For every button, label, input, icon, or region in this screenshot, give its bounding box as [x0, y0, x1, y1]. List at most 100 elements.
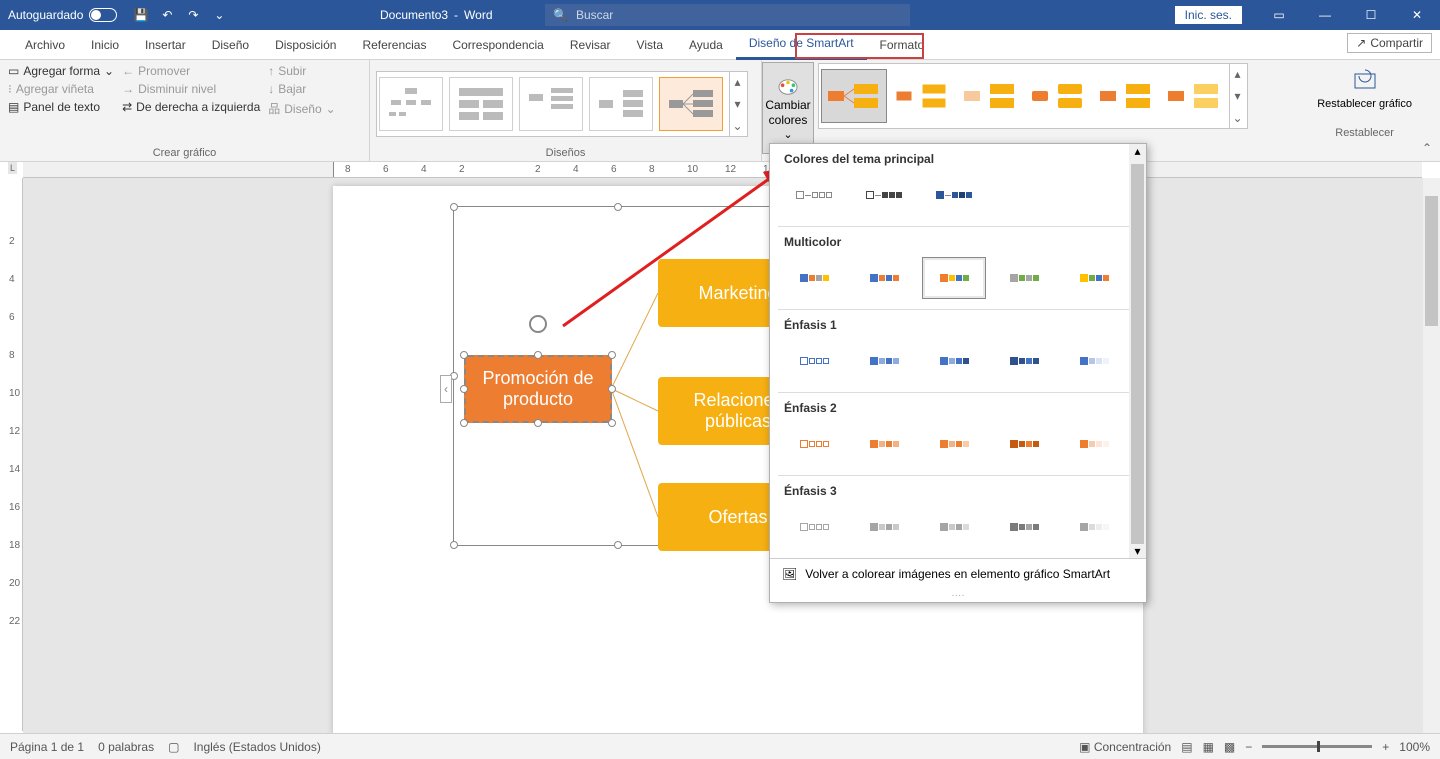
print-layout-view-icon[interactable]: ▤ — [1181, 740, 1192, 754]
tab-smartart-design[interactable]: Diseño de SmartArt — [736, 30, 867, 60]
style-thumb[interactable] — [889, 69, 955, 123]
layout-gallery[interactable]: ▴▾⌄ — [376, 71, 748, 137]
color-option[interactable] — [922, 340, 986, 382]
change-colors-button[interactable]: Cambiar colores ⌄ — [762, 62, 814, 154]
share-button[interactable]: ↗ Compartir — [1347, 33, 1432, 53]
text-pane-button[interactable]: ▤ Panel de texto — [6, 99, 116, 115]
zoom-out-icon[interactable]: − — [1245, 740, 1252, 754]
smartart-styles-gallery[interactable]: ▴▾⌄ — [818, 63, 1248, 129]
web-layout-view-icon[interactable]: ▩ — [1224, 740, 1235, 754]
tab-inicio[interactable]: Inicio — [78, 30, 132, 60]
tab-revisar[interactable]: Revisar — [557, 30, 624, 60]
layout-thumb[interactable] — [519, 77, 583, 131]
layout-thumb-selected[interactable] — [659, 77, 723, 131]
autosave-toggle[interactable]: Autoguardado — [8, 8, 117, 22]
group-create-graphic-label: Crear gráfico — [6, 145, 363, 159]
color-option-selected[interactable] — [922, 257, 986, 299]
color-option[interactable] — [782, 423, 846, 465]
reset-icon[interactable] — [1351, 66, 1379, 94]
layout-button[interactable]: 品 Diseño ⌄ — [266, 99, 337, 118]
dropdown-scrollbar[interactable]: ▴▾ — [1129, 144, 1146, 558]
style-thumb[interactable] — [1093, 69, 1159, 123]
collapse-ribbon-icon[interactable]: ⌃ — [1422, 141, 1432, 155]
layout-thumb[interactable] — [449, 77, 513, 131]
zoom-slider[interactable] — [1262, 745, 1372, 748]
read-mode-view-icon[interactable]: ▦ — [1203, 740, 1214, 754]
color-option[interactable] — [852, 257, 916, 299]
color-option[interactable] — [922, 174, 986, 216]
zoom-level[interactable]: 100% — [1399, 740, 1430, 754]
color-option[interactable] — [922, 506, 986, 548]
language[interactable]: Inglés (Estados Unidos) — [193, 740, 320, 754]
tab-archivo[interactable]: Archivo — [12, 30, 78, 60]
color-option[interactable] — [992, 423, 1056, 465]
color-option[interactable] — [1062, 506, 1126, 548]
tab-correspondencia[interactable]: Correspondencia — [439, 30, 556, 60]
color-option[interactable] — [852, 340, 916, 382]
style-thumb[interactable] — [1025, 69, 1091, 123]
text-pane-toggle-icon[interactable]: ‹ — [440, 375, 452, 403]
vertical-scrollbar[interactable] — [1423, 178, 1440, 733]
color-option[interactable] — [782, 506, 846, 548]
color-option[interactable] — [1062, 257, 1126, 299]
tab-referencias[interactable]: Referencias — [349, 30, 439, 60]
minimize-icon[interactable]: — — [1302, 0, 1348, 30]
tab-vista[interactable]: Vista — [624, 30, 676, 60]
move-up-button[interactable]: ↑ Subir — [266, 63, 337, 79]
reset-graphic-button[interactable]: Restablecer gráfico — [1317, 98, 1412, 111]
styles-gallery-spinner[interactable]: ▴▾⌄ — [1229, 63, 1245, 129]
color-option[interactable] — [782, 340, 846, 382]
smartart-frame[interactable]: Promoción de producto Marketing Relacion… — [453, 206, 783, 546]
color-option[interactable] — [782, 174, 846, 216]
rtl-button[interactable]: ⇄ De derecha a izquierda — [120, 99, 262, 115]
redo-icon[interactable]: ↷ — [185, 7, 201, 23]
color-option[interactable] — [782, 257, 846, 299]
horizontal-ruler[interactable]: 8642246810121416182022 — [23, 162, 1422, 178]
move-down-button[interactable]: ↓ Bajar — [266, 81, 337, 97]
proofing-icon[interactable]: ▢ — [168, 740, 179, 754]
ribbon-display-icon[interactable]: ▭ — [1256, 0, 1302, 30]
tab-ayuda[interactable]: Ayuda — [676, 30, 736, 60]
color-option[interactable] — [1062, 423, 1126, 465]
tab-diseno[interactable]: Diseño — [199, 30, 262, 60]
promote-button[interactable]: ← Promover — [120, 63, 262, 79]
page-count[interactable]: Página 1 de 1 — [10, 740, 84, 754]
demote-button[interactable]: → Disminuir nivel — [120, 81, 262, 97]
vertical-ruler[interactable]: 246810121416182022 — [6, 178, 23, 731]
color-option[interactable] — [852, 174, 916, 216]
color-option[interactable] — [852, 506, 916, 548]
style-thumb-selected[interactable] — [821, 69, 887, 123]
recolor-pictures-button[interactable]: 🖼 Volver a colorear imágenes en elemento… — [770, 558, 1146, 589]
dropdown-resize-grip[interactable]: ···· — [770, 589, 1146, 602]
ruler-corner: L — [8, 162, 17, 174]
maximize-icon[interactable]: ☐ — [1348, 0, 1394, 30]
zoom-in-icon[interactable]: + — [1382, 740, 1389, 754]
close-icon[interactable]: ✕ — [1394, 0, 1440, 30]
add-bullet-button[interactable]: ⁝ Agregar viñeta — [6, 81, 116, 97]
signin-button[interactable]: Inic. ses. — [1175, 6, 1242, 24]
color-option[interactable] — [992, 257, 1056, 299]
tab-insertar[interactable]: Insertar — [132, 30, 199, 60]
search-box[interactable]: 🔍 Buscar — [545, 4, 910, 26]
add-shape-button[interactable]: ▭ Agregar forma ⌄ — [6, 63, 116, 79]
undo-icon[interactable]: ↶ — [159, 7, 175, 23]
style-thumb[interactable] — [957, 69, 1023, 123]
tab-disposicion[interactable]: Disposición — [262, 30, 349, 60]
color-option[interactable] — [852, 423, 916, 465]
color-option[interactable] — [992, 340, 1056, 382]
layout-gallery-spinner[interactable]: ▴▾⌄ — [729, 71, 745, 137]
qat-customize-icon[interactable]: ⌄ — [211, 7, 227, 23]
rotate-handle-icon[interactable] — [529, 315, 547, 333]
ribbon-tabs: Archivo Inicio Insertar Diseño Disposici… — [0, 30, 1440, 60]
focus-mode-button[interactable]: ▣ Concentración — [1079, 740, 1171, 754]
word-count[interactable]: 0 palabras — [98, 740, 154, 754]
smartart-main-node[interactable]: Promoción de producto — [464, 355, 612, 423]
save-icon[interactable]: 💾 — [133, 7, 149, 23]
color-option[interactable] — [992, 506, 1056, 548]
tab-formato[interactable]: Formato — [867, 30, 938, 60]
style-thumb[interactable] — [1161, 69, 1227, 123]
layout-thumb[interactable] — [589, 77, 653, 131]
color-option[interactable] — [922, 423, 986, 465]
color-option[interactable] — [1062, 340, 1126, 382]
layout-thumb[interactable] — [379, 77, 443, 131]
